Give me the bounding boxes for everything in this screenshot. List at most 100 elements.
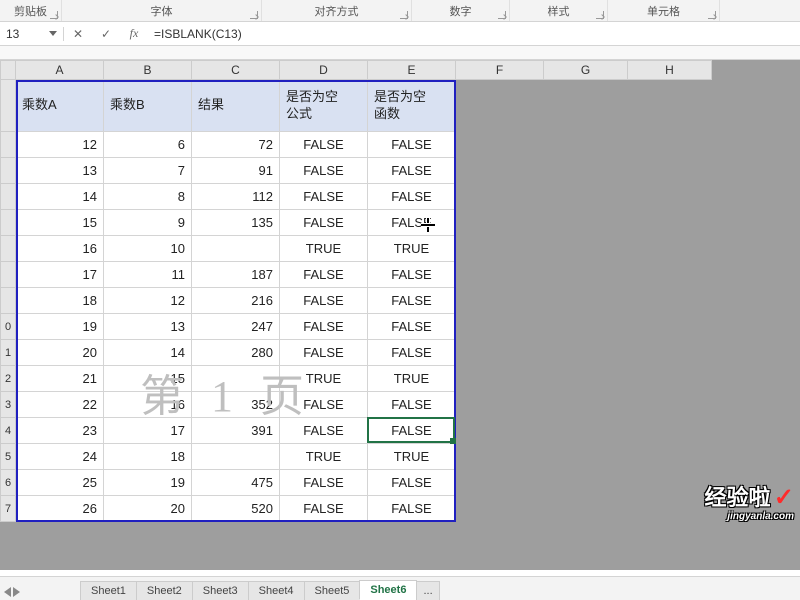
empty-cell[interactable] — [544, 392, 628, 418]
empty-cell[interactable] — [628, 314, 712, 340]
col-header-F[interactable]: F — [456, 60, 544, 80]
cell-E[interactable]: FALSE — [368, 314, 456, 340]
header-B[interactable]: 乘数B — [104, 80, 192, 132]
sheet-tab-sheet3[interactable]: Sheet3 — [192, 581, 249, 600]
empty-cell[interactable] — [456, 392, 544, 418]
cell-D[interactable]: FALSE — [280, 262, 368, 288]
empty-cell[interactable] — [628, 470, 712, 496]
cell-C[interactable]: 391 — [192, 418, 280, 444]
row-header[interactable] — [0, 288, 16, 314]
cell-B[interactable]: 10 — [104, 236, 192, 262]
empty-cell[interactable] — [628, 210, 712, 236]
empty-cell[interactable] — [544, 132, 628, 158]
row-header[interactable] — [0, 132, 16, 158]
cell-E[interactable]: FALSE — [368, 158, 456, 184]
cell-D[interactable]: FALSE — [280, 340, 368, 366]
cell-B[interactable]: 7 — [104, 158, 192, 184]
formula-input[interactable]: =ISBLANK(C13) — [148, 27, 800, 41]
empty-cell[interactable] — [544, 80, 628, 132]
empty-cell[interactable] — [544, 340, 628, 366]
col-header-B[interactable]: B — [104, 60, 192, 80]
select-all-corner[interactable] — [0, 60, 16, 80]
sheet-tab-sheet1[interactable]: Sheet1 — [80, 581, 137, 600]
empty-cell[interactable] — [544, 288, 628, 314]
cell-D[interactable]: FALSE — [280, 418, 368, 444]
empty-cell[interactable] — [456, 132, 544, 158]
dialog-launcher-icon[interactable] — [400, 11, 408, 19]
cell-E[interactable]: FALSE — [368, 470, 456, 496]
cell-B[interactable]: 20 — [104, 496, 192, 522]
row-header[interactable]: 4 — [0, 418, 16, 444]
empty-cell[interactable] — [544, 184, 628, 210]
empty-cell[interactable] — [544, 418, 628, 444]
cell-B[interactable]: 19 — [104, 470, 192, 496]
cell-A[interactable]: 14 — [16, 184, 104, 210]
empty-cell[interactable] — [628, 366, 712, 392]
cell-E[interactable]: FALSE — [368, 496, 456, 522]
cell-A[interactable]: 23 — [16, 418, 104, 444]
cell-C[interactable]: 520 — [192, 496, 280, 522]
cell-B[interactable]: 16 — [104, 392, 192, 418]
empty-cell[interactable] — [456, 470, 544, 496]
row-header[interactable] — [0, 262, 16, 288]
cancel-formula-button[interactable]: ✕ — [64, 27, 92, 41]
empty-cell[interactable] — [456, 340, 544, 366]
ribbon-group-2[interactable]: 对齐方式 — [262, 0, 412, 21]
empty-cell[interactable] — [456, 496, 544, 522]
empty-cell[interactable] — [628, 132, 712, 158]
ribbon-group-4[interactable]: 样式 — [510, 0, 608, 21]
cell-D[interactable]: FALSE — [280, 470, 368, 496]
cell-D[interactable]: FALSE — [280, 210, 368, 236]
cell-C[interactable] — [192, 444, 280, 470]
cell-B[interactable]: 8 — [104, 184, 192, 210]
cell-A[interactable]: 25 — [16, 470, 104, 496]
cell-E[interactable]: FALSE — [368, 392, 456, 418]
ribbon-group-1[interactable]: 字体 — [62, 0, 262, 21]
dialog-launcher-icon[interactable] — [498, 11, 506, 19]
empty-cell[interactable] — [544, 210, 628, 236]
cell-B[interactable]: 14 — [104, 340, 192, 366]
col-header-A[interactable]: A — [16, 60, 104, 80]
cell-A[interactable]: 17 — [16, 262, 104, 288]
empty-cell[interactable] — [544, 262, 628, 288]
col-header-C[interactable]: C — [192, 60, 280, 80]
cell-C[interactable]: 475 — [192, 470, 280, 496]
dialog-launcher-icon[interactable] — [596, 11, 604, 19]
empty-cell[interactable] — [628, 158, 712, 184]
cell-A[interactable]: 24 — [16, 444, 104, 470]
cell-A[interactable]: 15 — [16, 210, 104, 236]
cell-D[interactable]: FALSE — [280, 288, 368, 314]
sheet-tab-sheet2[interactable]: Sheet2 — [136, 581, 193, 600]
empty-cell[interactable] — [628, 340, 712, 366]
empty-cell[interactable] — [456, 262, 544, 288]
spreadsheet-grid[interactable]: ABCDEFGH 01234567 乘数A乘数B结果是否为空 公式是否为空 函数… — [0, 60, 800, 570]
header-A[interactable]: 乘数A — [16, 80, 104, 132]
sheet-tab-sheet4[interactable]: Sheet4 — [248, 581, 305, 600]
cell-C[interactable]: 135 — [192, 210, 280, 236]
empty-cell[interactable] — [544, 470, 628, 496]
ribbon-group-0[interactable]: 剪贴板 — [0, 0, 62, 21]
cell-D[interactable]: TRUE — [280, 444, 368, 470]
cell-B[interactable]: 11 — [104, 262, 192, 288]
cell-E[interactable]: FALSE — [368, 184, 456, 210]
cell-E[interactable]: FALSE — [368, 262, 456, 288]
empty-cell[interactable] — [628, 262, 712, 288]
row-header[interactable]: 1 — [0, 340, 16, 366]
empty-cell[interactable] — [456, 444, 544, 470]
empty-cell[interactable] — [628, 496, 712, 522]
cell-E[interactable]: FALSE — [368, 132, 456, 158]
cell-C[interactable]: 187 — [192, 262, 280, 288]
cell-E[interactable]: TRUE — [368, 444, 456, 470]
ribbon-group-3[interactable]: 数字 — [412, 0, 510, 21]
empty-cell[interactable] — [544, 314, 628, 340]
cell-B[interactable]: 17 — [104, 418, 192, 444]
col-header-E[interactable]: E — [368, 60, 456, 80]
empty-cell[interactable] — [628, 184, 712, 210]
cell-C[interactable]: 352 — [192, 392, 280, 418]
cell-E[interactable]: FALSE — [368, 210, 456, 236]
row-header[interactable] — [0, 158, 16, 184]
ribbon-group-5[interactable]: 单元格 — [608, 0, 720, 21]
empty-cell[interactable] — [456, 418, 544, 444]
dialog-launcher-icon[interactable] — [708, 11, 716, 19]
empty-cell[interactable] — [628, 444, 712, 470]
